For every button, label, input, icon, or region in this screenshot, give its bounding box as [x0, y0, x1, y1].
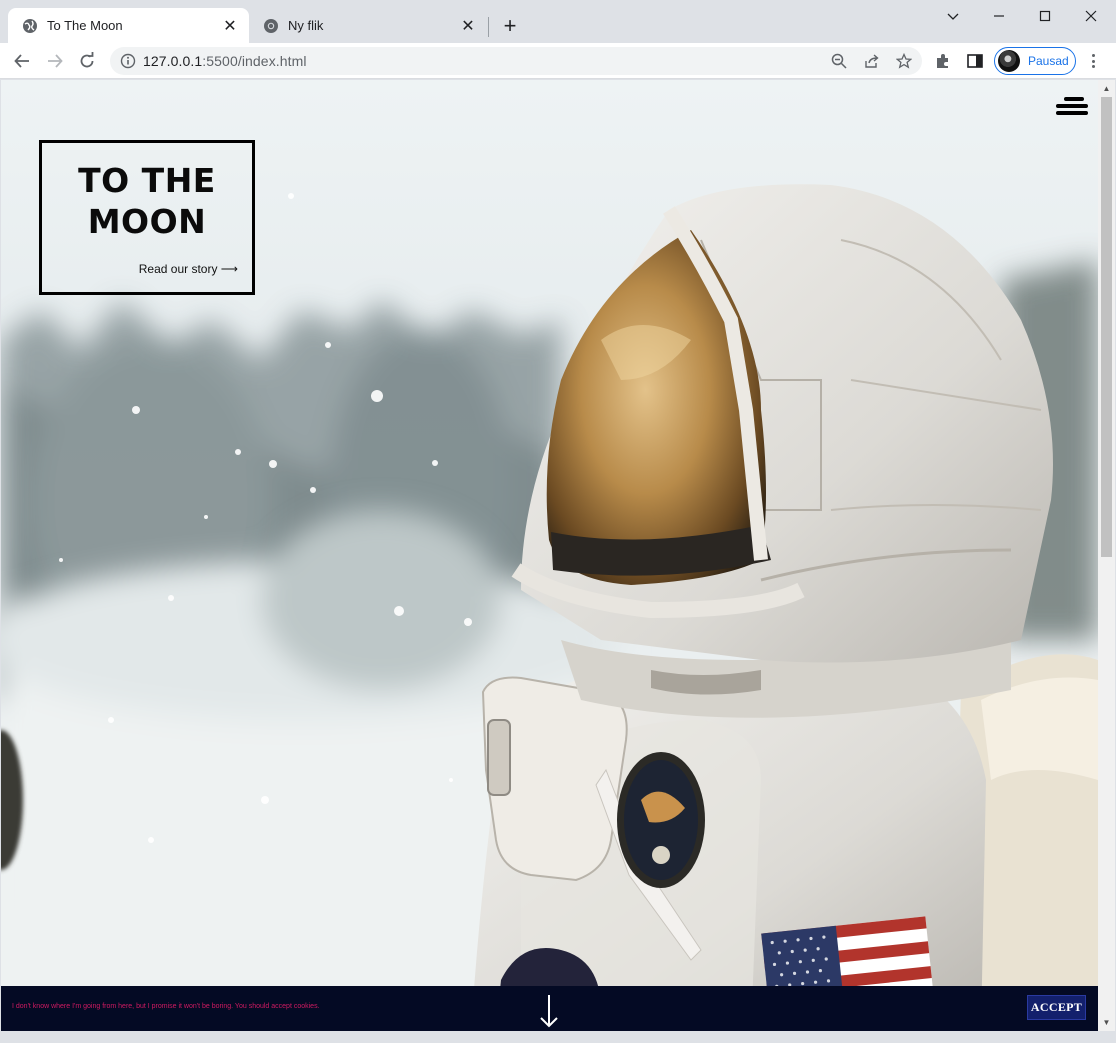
- more-menu-icon[interactable]: [1084, 52, 1102, 70]
- cookie-message: I don't know where I'm going from here, …: [12, 1003, 320, 1010]
- tab-separator: [488, 17, 489, 37]
- address-bar[interactable]: 127.0.0.1:5500/index.html: [110, 47, 922, 75]
- scroll-up-icon[interactable]: ▲: [1102, 84, 1111, 93]
- hero-title-box: TO THE MOON Read our story ⟶: [39, 140, 255, 295]
- tab-search-button[interactable]: [930, 0, 976, 32]
- maximize-button[interactable]: [1022, 0, 1068, 32]
- tab-ny-flik[interactable]: Ny flik ✕: [249, 8, 487, 43]
- zoom-icon[interactable]: [831, 53, 847, 69]
- url-text[interactable]: 127.0.0.1:5500/index.html: [143, 53, 307, 69]
- side-panel-icon[interactable]: [965, 51, 985, 71]
- scroll-down-arrow-icon[interactable]: [539, 993, 559, 1029]
- minimize-icon: [994, 15, 1004, 17]
- close-icon[interactable]: ✕: [459, 17, 477, 35]
- scrollbar-thumb[interactable]: [1101, 97, 1112, 557]
- arrow-left-icon: [14, 54, 29, 68]
- tab-to-the-moon[interactable]: To The Moon ✕: [8, 8, 249, 43]
- read-our-story-link[interactable]: Read our story ⟶: [139, 262, 238, 276]
- new-tab-button[interactable]: +: [498, 13, 522, 38]
- accept-cookies-button[interactable]: ACCEPT: [1027, 995, 1086, 1020]
- cookie-banner: I don't know where I'm going from here, …: [1, 986, 1098, 1031]
- hamburger-icon[interactable]: [1056, 97, 1088, 117]
- avatar: [998, 50, 1020, 72]
- reload-icon: [80, 52, 94, 68]
- globe-icon: [22, 18, 38, 34]
- browser-toolbar: 127.0.0.1:5500/index.html Pausad: [0, 43, 1116, 79]
- page-title: TO THE MOON: [78, 161, 216, 241]
- page-viewport: TO THE MOON Read our story ⟶ I don't kno…: [1, 80, 1098, 1031]
- reload-button[interactable]: [74, 48, 100, 74]
- info-icon[interactable]: [120, 53, 136, 69]
- tab-strip: To The Moon ✕ Ny flik ✕ +: [0, 0, 1116, 43]
- forward-button[interactable]: [42, 48, 68, 74]
- share-icon[interactable]: [864, 53, 880, 69]
- back-button[interactable]: [9, 48, 35, 74]
- star-icon[interactable]: [895, 52, 913, 69]
- tab-title: To The Moon: [47, 18, 123, 33]
- scroll-down-icon[interactable]: ▼: [1102, 1018, 1111, 1027]
- arrow-right-icon: [48, 54, 63, 68]
- close-icon[interactable]: ✕: [221, 17, 239, 35]
- minimize-button[interactable]: [976, 0, 1022, 32]
- extensions-icon[interactable]: [933, 51, 953, 71]
- profile-name: Pausad: [1028, 54, 1069, 68]
- page-scrollbar[interactable]: ▲ ▼: [1098, 80, 1115, 1031]
- chrome-icon: [263, 18, 279, 34]
- url-path: :5500/index.html: [202, 53, 307, 69]
- tab-title: Ny flik: [288, 18, 324, 33]
- window-close-button[interactable]: [1068, 0, 1114, 32]
- close-icon: [1085, 10, 1097, 22]
- maximize-icon: [1039, 10, 1051, 22]
- url-host: 127.0.0.1: [143, 53, 203, 69]
- profile-button[interactable]: Pausad: [994, 47, 1076, 75]
- chevron-down-icon: [947, 13, 959, 20]
